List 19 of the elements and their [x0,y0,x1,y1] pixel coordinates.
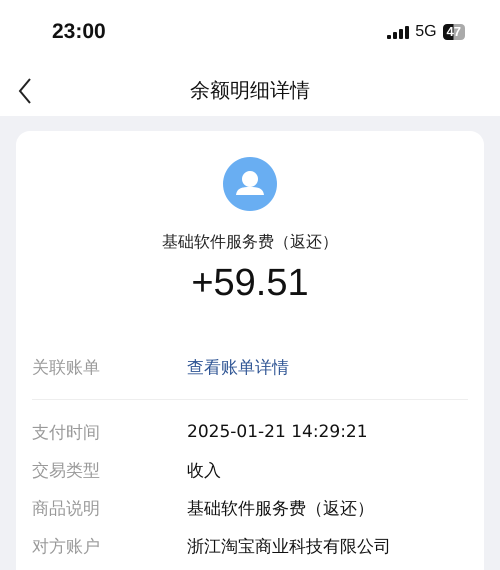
field-label: 商品说明 [32,498,101,520]
field-value: 浙江淘宝商业科技有限公司 [187,536,391,558]
back-icon [18,78,32,104]
page-title: 余额明细详情 [190,76,310,104]
field-label: 交易类型 [32,460,101,482]
payee-name: 基础软件服务费（返还） [162,232,338,253]
field-label: 关联账单 [32,356,101,378]
field-value: 基础软件服务费（返还） [187,498,374,520]
field-value: 收入 [187,460,221,482]
network-label: 5G [415,23,437,41]
bill-details-link[interactable]: 查看账单详情 [187,356,289,378]
field-label: 对方账户 [32,536,101,558]
field-value: 2025-01-21 14:29:21 [187,422,368,442]
field-label: 支付时间 [32,422,101,444]
signal-icon [387,26,410,38]
avatar-icon [223,157,277,211]
amount: +59.51 [191,261,309,305]
status-time: 23:00 [52,20,106,44]
battery-indicator: 47 [442,24,465,40]
